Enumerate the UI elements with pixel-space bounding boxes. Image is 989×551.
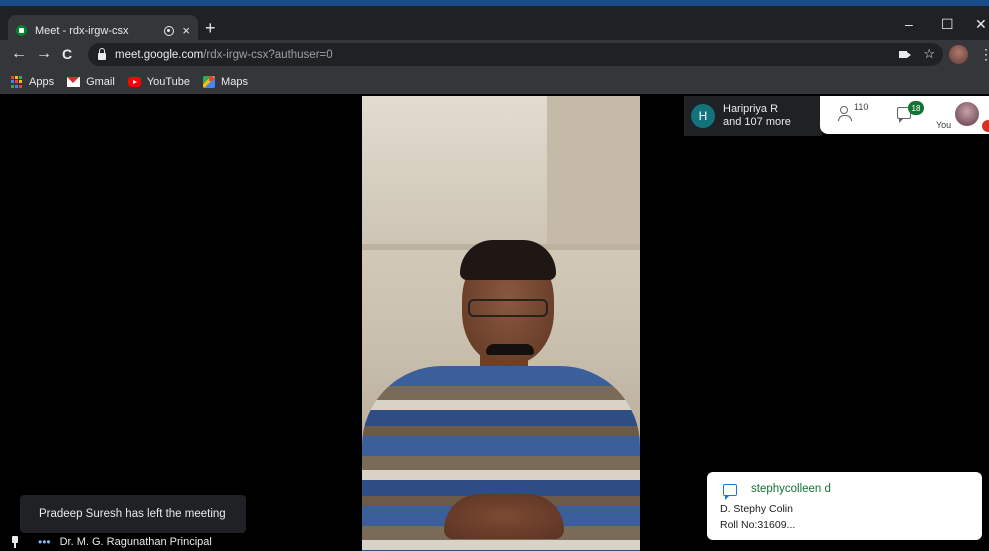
participants-summary[interactable]: H Haripriya R and 107 more [684, 96, 822, 136]
lock-icon [98, 48, 106, 60]
tab-close-icon[interactable]: × [182, 23, 190, 38]
youtube-icon [127, 77, 141, 87]
chat-badge: 18 [908, 101, 924, 115]
self-label: You [936, 120, 952, 130]
browser-toolbar: ← → C meet.google.com/rdx-irgw-csx?authu… [0, 40, 989, 70]
minimize-button[interactable]: – [905, 16, 913, 32]
bookmark-label: Maps [221, 76, 248, 88]
chat-message-icon [723, 484, 737, 500]
address-bar[interactable]: meet.google.com/rdx-irgw-csx?authuser=0 … [88, 43, 943, 66]
chat-message-line: Roll No:31609... [720, 519, 796, 531]
participants-count: 110 [854, 102, 869, 112]
browser-title-bar: Meet - rdx-irgw-csx × + – ☐ ✕ [0, 0, 989, 46]
person-mustache [486, 344, 534, 355]
close-window-button[interactable]: ✕ [975, 16, 987, 33]
meet-stage: H Haripriya R and 107 more 110 18 You Pr… [0, 94, 989, 551]
alert-dot-icon [982, 120, 989, 132]
chat-sender: stephycolleen d [751, 483, 831, 495]
presenter-video-tile[interactable] [362, 96, 640, 551]
bookmark-gmail[interactable]: Gmail [67, 76, 115, 88]
forward-button[interactable]: → [36, 45, 52, 63]
participant-name: Haripriya R [723, 103, 779, 115]
tab-title: Meet - rdx-irgw-csx [35, 24, 129, 37]
bookmarks-bar: Apps Gmail YouTube Maps [0, 70, 989, 94]
maximize-button[interactable]: ☐ [941, 16, 954, 33]
presenter-name-bar: ••• Dr. M. G. Ragunathan Principal [0, 532, 362, 551]
bookmark-star-icon[interactable]: ☆ [923, 46, 935, 62]
maps-icon [203, 76, 216, 88]
bookmark-label: YouTube [146, 76, 191, 88]
new-tab-button[interactable]: + [205, 19, 216, 37]
self-avatar[interactable] [955, 102, 979, 126]
person-hands [444, 494, 564, 539]
chat-message-line: D. Stephy Colin [720, 503, 793, 515]
recording-indicator-icon [164, 25, 175, 36]
person-hair [460, 240, 556, 280]
chat-notification[interactable]: stephycolleen d D. Stephy Colin Roll No:… [707, 472, 982, 540]
bookmark-youtube[interactable]: YouTube [127, 76, 191, 88]
apps-grid-icon [11, 76, 23, 88]
gmail-icon [67, 77, 81, 87]
participant-more: and 107 more [723, 116, 791, 128]
speaking-dots-icon: ••• [38, 534, 51, 549]
presenter-name: Dr. M. G. Ragunathan Principal [59, 535, 212, 548]
bookmark-label: Apps [29, 76, 55, 88]
pin-icon[interactable] [10, 535, 20, 548]
bookmark-maps[interactable]: Maps [203, 76, 248, 88]
participants-summary-text: Haripriya R and 107 more [723, 103, 791, 129]
camera-permission-icon[interactable] [899, 51, 911, 58]
profile-avatar[interactable] [949, 45, 968, 64]
meet-favicon-icon [16, 25, 27, 36]
back-button[interactable]: ← [11, 45, 27, 63]
bookmark-apps[interactable]: Apps [11, 76, 54, 88]
participant-avatar: H [691, 104, 715, 128]
url-path: /rdx-irgw-csx?authuser=0 [203, 48, 333, 61]
browser-menu-icon[interactable]: ⋮ [979, 46, 989, 63]
reload-button[interactable]: C [62, 45, 72, 63]
left-meeting-toast: Pradeep Suresh has left the meeting [20, 495, 246, 533]
meeting-top-panel: 110 18 You [820, 96, 989, 134]
person-glasses [468, 299, 548, 317]
video-background-wall [547, 96, 640, 246]
bookmark-label: Gmail [86, 76, 115, 88]
url-host: meet.google.com [115, 48, 204, 61]
